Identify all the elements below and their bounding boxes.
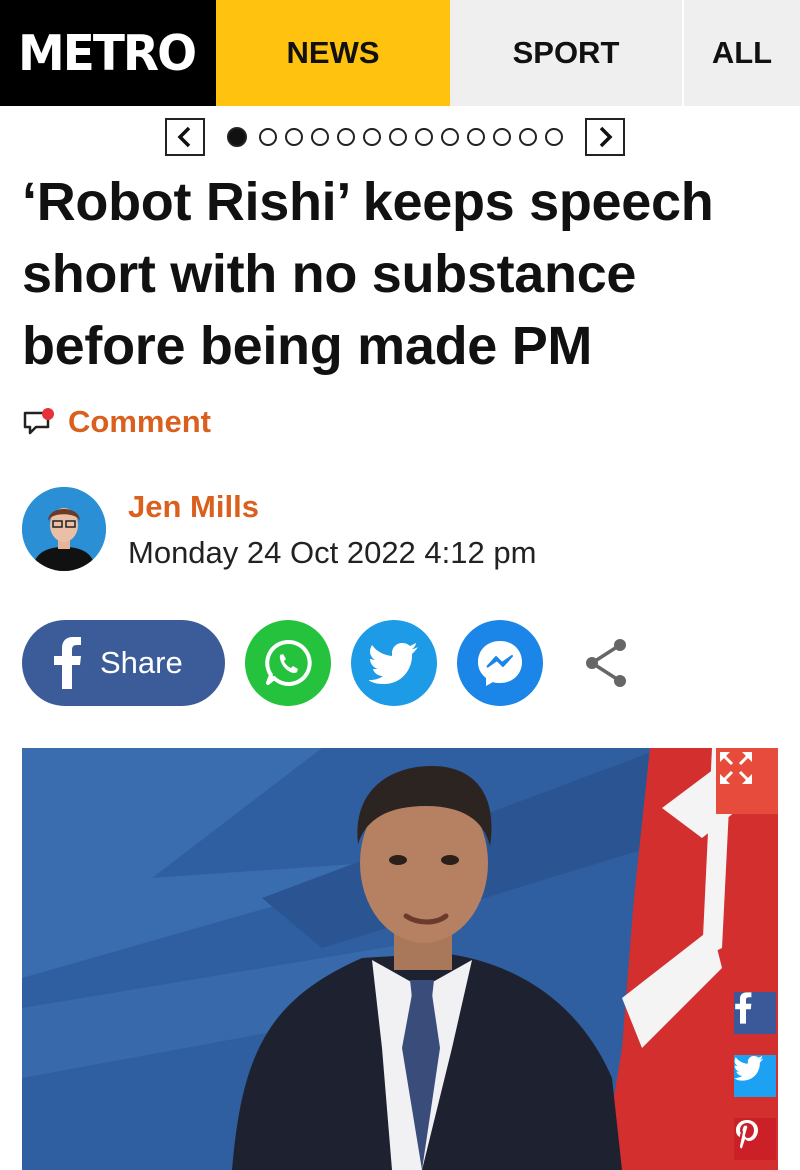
top-nav: METRO NEWS SPORT ALL [0,0,800,106]
carousel-dot[interactable] [227,127,247,147]
twitter-icon [734,1056,764,1081]
tab-all-label: ALL [711,35,773,70]
more-share-button[interactable] [572,630,638,696]
twitter-icon [369,643,418,684]
carousel-dot[interactable] [467,128,485,146]
logo-text: METRO [18,24,197,82]
tab-sport[interactable]: SPORT [450,0,684,106]
metro-logo[interactable]: METRO [0,0,216,106]
carousel-dot[interactable] [337,128,355,146]
image-pinterest-share-button[interactable] [734,1118,776,1160]
article-carousel [165,118,625,156]
whatsapp-share-button[interactable] [245,620,331,706]
carousel-dot[interactable] [441,128,459,146]
twitter-share-button[interactable] [351,620,437,706]
carousel-dot[interactable] [285,128,303,146]
carousel-prev-button[interactable] [165,118,205,156]
carousel-dot[interactable] [519,128,537,146]
whatsapp-icon [265,639,312,686]
carousel-dot[interactable] [363,128,381,146]
comment-icon [23,408,54,435]
facebook-share-button[interactable]: Share [22,620,225,706]
carousel-dot[interactable] [311,128,329,146]
image-facebook-share-button[interactable] [734,992,776,1034]
carousel-dots [227,127,563,147]
tab-all[interactable]: ALL [684,0,800,106]
share-icon [586,639,626,687]
pinterest-icon [736,1120,758,1149]
facebook-icon [54,637,81,689]
publish-date: Monday 24 Oct 2022 4:12 pm [128,535,537,570]
author-photo [22,487,106,571]
comment-link[interactable]: Comment [22,404,211,440]
messenger-share-button[interactable] [457,620,543,706]
author-name[interactable]: Jen Mills [128,489,259,525]
author-avatar[interactable] [22,487,106,571]
messenger-icon [478,641,522,686]
facebook-share-label: Share [100,645,183,680]
hero-photo-illustration [22,748,778,1170]
chevron-left-icon [177,126,191,148]
image-twitter-share-button[interactable] [734,1055,776,1097]
expand-icon [720,752,752,784]
hero-image[interactable] [22,748,778,1170]
carousel-dot[interactable] [415,128,433,146]
article-headline: ‘Robot Rishi’ keeps speech short with no… [22,172,714,376]
carousel-next-button[interactable] [585,118,625,156]
carousel-dot[interactable] [259,128,277,146]
carousel-dot[interactable] [493,128,511,146]
comment-label: Comment [68,404,211,439]
tab-sport-label: SPORT [512,35,620,70]
facebook-icon [735,992,752,1024]
tab-news[interactable]: NEWS [216,0,450,106]
expand-image-button[interactable] [716,748,778,814]
tab-news-label: NEWS [286,35,380,70]
carousel-dot[interactable] [389,128,407,146]
chevron-right-icon [599,126,613,148]
carousel-dot[interactable] [545,128,563,146]
